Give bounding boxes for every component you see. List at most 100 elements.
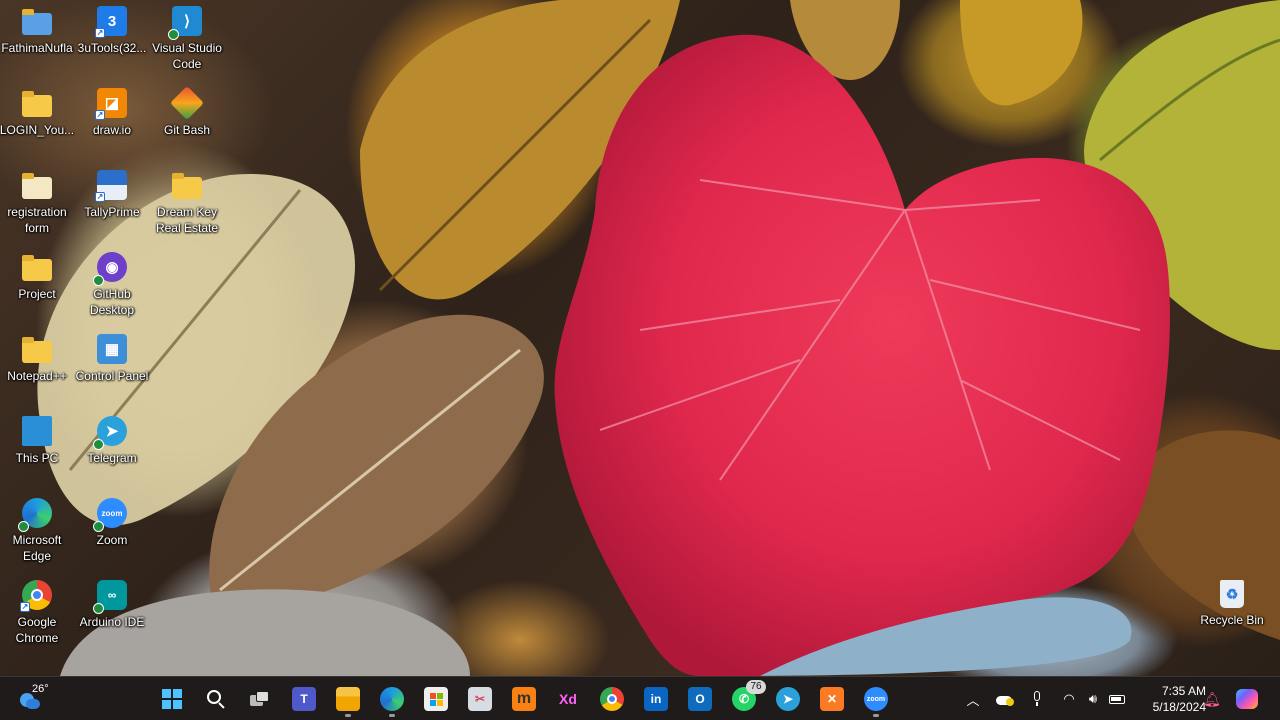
network-button[interactable]: ◠ — [1058, 687, 1080, 711]
desktop-icon-registration-form[interactable]: registration form — [0, 168, 76, 248]
taskbar-app-telegram[interactable]: ➤ — [770, 683, 806, 715]
arduino-icon: ∞ — [93, 580, 127, 614]
microphone-icon — [1032, 691, 1042, 707]
desktop-icon-zoom[interactable]: zoom Zoom — [73, 496, 151, 576]
taskbar-app-linkedin[interactable]: in — [638, 683, 674, 715]
3utools-icon: 3 ↗ — [95, 6, 127, 38]
this-pc-icon — [22, 416, 52, 446]
taskbar-app-zoom[interactable]: zoom — [858, 683, 894, 717]
desktop-icon-label: Arduino IDE — [79, 615, 145, 629]
onedrive-button[interactable] — [994, 687, 1016, 711]
file-explorer-icon — [336, 687, 360, 711]
desktop-icon-tallyprime[interactable]: ↗ TallyPrime — [73, 168, 151, 248]
desktop-icon-login-folder[interactable]: LOGIN_You... — [0, 86, 76, 166]
linkedin-icon: in — [644, 687, 668, 711]
desktop-icon-label: TallyPrime — [84, 205, 140, 219]
telegram-icon: ➤ — [93, 416, 127, 450]
taskbar-app-moodle[interactable]: m — [506, 683, 542, 715]
vscode-icon: ⟩ — [168, 6, 202, 40]
xampp-icon: ✕ — [820, 687, 844, 711]
snipping-tool-icon: ✂ — [468, 687, 492, 711]
desktop-icon-control-panel[interactable]: ▦ Control Panel — [73, 332, 151, 412]
desktop-icon-google-chrome[interactable]: ↗ Google Chrome — [0, 578, 76, 658]
taskbar-app-adobe-xd[interactable]: Xd — [550, 683, 586, 715]
running-indicator — [345, 714, 351, 717]
desktop-icon-label: Google Chrome — [15, 615, 59, 645]
desktop-icon-dream-key-folder[interactable]: Dream Key Real Estate — [148, 168, 226, 248]
desktop-icon-label: GitHub Desktop — [89, 287, 135, 317]
notifications-button[interactable]: 🔔︎ — [1201, 687, 1223, 711]
copilot-icon — [1236, 689, 1258, 709]
task-view-button[interactable] — [242, 683, 278, 715]
desktop-icon-label: Notepad++ — [7, 369, 67, 383]
notification-badge: 76 — [746, 680, 766, 694]
taskbar-app-outlook[interactable]: O — [682, 683, 718, 715]
desktop-icon-notepad-plus-plus[interactable]: Notepad++ — [0, 332, 76, 412]
desktop-icon-label: draw.io — [92, 123, 132, 137]
moodle-icon: m — [512, 687, 536, 711]
clock-button[interactable]: 7:35 AM 5/18/2024 — [1136, 683, 1206, 715]
copilot-button[interactable] — [1236, 687, 1258, 711]
desktop-icon-project[interactable]: Project — [0, 250, 76, 330]
telegram-icon: ➤ — [776, 687, 800, 711]
desktop-icon-telegram[interactable]: ➤ Telegram — [73, 414, 151, 494]
desktop-icon-label: Microsoft Edge — [12, 533, 62, 563]
chrome-icon: ↗ — [20, 580, 52, 612]
recycle-bin-icon: ♻ — [1220, 580, 1244, 608]
show-hidden-icons-button[interactable]: ︿ — [962, 687, 984, 711]
start-button[interactable] — [154, 683, 190, 715]
taskbar-app-file-explorer[interactable] — [330, 683, 366, 717]
notepad-plus-plus-icon — [22, 334, 52, 364]
teams-icon: T — [292, 687, 316, 711]
desktop-icon-3utools[interactable]: 3 ↗ 3uTools(32... — [73, 4, 151, 84]
desktop-icon-recycle-bin[interactable]: ♻ Recycle Bin — [1193, 578, 1271, 658]
weather-cloud-shape — [26, 699, 40, 709]
volume-button[interactable]: 🔊︎ — [1082, 687, 1104, 711]
microphone-button[interactable] — [1026, 687, 1048, 711]
taskbar-app-xampp[interactable]: ✕ — [814, 683, 850, 715]
desktop-icon-drawio[interactable]: ◪ ↗ draw.io — [73, 86, 151, 166]
edge-icon — [18, 498, 52, 532]
battery-icon — [1109, 694, 1125, 704]
battery-button[interactable] — [1106, 687, 1128, 711]
taskbar: 26° T ✂ m Xd in O ✆ 76 ➤ ✕ zoom ︿ ◠ 🔊︎ 7… — [0, 676, 1280, 720]
clock-time: 7:35 AM — [1161, 684, 1206, 698]
folder-icon — [172, 170, 202, 200]
taskbar-app-teams[interactable]: T — [286, 683, 322, 715]
desktop-icon-github-desktop[interactable]: ◉ GitHub Desktop — [73, 250, 151, 330]
desktop-icon-vscode[interactable]: ⟩ Visual Studio Code — [148, 4, 226, 84]
drawio-icon: ◪ ↗ — [95, 88, 127, 120]
taskbar-app-whatsapp[interactable]: ✆ 76 — [726, 680, 766, 715]
desktop-icon-git-bash[interactable]: Git Bash — [148, 86, 226, 166]
weather-widget[interactable]: 26° — [14, 681, 54, 717]
search-icon — [207, 690, 225, 709]
tallyprime-icon: ↗ — [95, 170, 127, 202]
taskbar-app-chrome[interactable] — [594, 683, 630, 715]
taskbar-app-store[interactable] — [418, 683, 454, 715]
taskbar-app-snipping-tool[interactable]: ✂ — [462, 683, 498, 715]
desktop-icon-label: Git Bash — [163, 123, 211, 137]
wifi-icon: ◠ — [1063, 691, 1075, 706]
desktop-icon-label: registration form — [7, 205, 67, 235]
volume-icon: 🔊︎ — [1088, 691, 1098, 706]
desktop-icon-this-pc[interactable]: This PC — [0, 414, 76, 494]
github-desktop-icon: ◉ — [93, 252, 127, 286]
desktop-icon-user-folder[interactable]: FathimaNufla — [0, 4, 76, 84]
adobe-xd-icon: Xd — [559, 691, 577, 707]
desktop-icon-microsoft-edge[interactable]: Microsoft Edge — [0, 496, 76, 576]
desktop-icon-label: 3uTools(32... — [77, 41, 147, 55]
desktop-icon-label: This PC — [15, 451, 59, 465]
edge-icon — [380, 687, 404, 711]
onedrive-icon — [996, 693, 1014, 706]
search-button[interactable] — [198, 683, 234, 715]
desktop-icon-label: Zoom — [96, 533, 128, 547]
windows-start-icon — [162, 689, 182, 709]
taskbar-app-edge[interactable] — [374, 683, 410, 717]
desktop-icon-arduino-ide[interactable]: ∞ Arduino IDE — [73, 578, 151, 658]
weather-temperature: 26° — [32, 683, 49, 695]
folder-icon — [22, 252, 52, 282]
running-indicator — [873, 714, 879, 717]
desktop-icon-label: LOGIN_You... — [0, 123, 75, 137]
desktop-icon-label: FathimaNufla — [1, 41, 73, 55]
desktop-icon-label: Visual Studio Code — [152, 41, 222, 71]
